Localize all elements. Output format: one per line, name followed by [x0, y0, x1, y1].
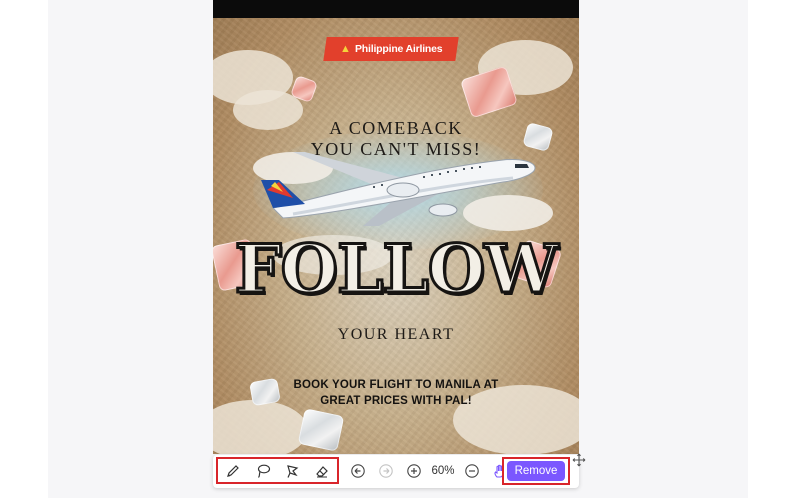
undo-button[interactable]: [347, 460, 369, 482]
move-icon[interactable]: [572, 453, 586, 467]
airline-logo-mark-icon: ▲: [339, 43, 351, 55]
top-black-band: [213, 0, 579, 18]
zoom-out-icon: [465, 464, 479, 478]
history-zoom-controls: 60%: [347, 459, 511, 483]
pen-tool-button[interactable]: [222, 460, 244, 482]
airline-logo: ▲ Philippine Airlines: [323, 37, 459, 61]
poster-cta-line-1: BOOK YOUR FLIGHT TO MANILA AT: [293, 379, 499, 391]
remove-button[interactable]: Remove: [507, 461, 565, 481]
remove-button-highlight: Remove: [502, 457, 570, 485]
lasso-tool-button[interactable]: [252, 460, 274, 482]
undo-icon: [351, 464, 365, 478]
zoom-out-button[interactable]: [461, 460, 483, 482]
poster-subtitle: YOUR HEART: [337, 326, 455, 343]
poster-cta: BOOK YOUR FLIGHT TO MANILA AT GREAT PRIC…: [213, 377, 579, 409]
redo-icon: [379, 464, 393, 478]
selection-tools-group: [216, 457, 339, 484]
editing-toolbar: 60% Remove: [213, 455, 579, 488]
zoom-in-icon: [407, 464, 421, 478]
zoom-in-button[interactable]: [403, 460, 425, 482]
zoom-level: 60%: [431, 465, 455, 477]
headline-line-1: A COMEBACK: [329, 118, 463, 138]
image-canvas[interactable]: ▲ Philippine Airlines A COMEBACK YOU CAN…: [213, 0, 579, 454]
lasso-icon: [257, 464, 270, 478]
polygon-lasso-icon: [287, 464, 299, 478]
airline-logo-text: Philippine Airlines: [354, 43, 443, 55]
pen-icon: [226, 464, 239, 477]
airplane-illustration: [261, 152, 536, 226]
eraser-icon: [316, 465, 328, 477]
redo-button[interactable]: [375, 460, 397, 482]
polygon-lasso-tool-button[interactable]: [281, 460, 303, 482]
poster-title: FOLLOW: [233, 229, 560, 310]
poster-cta-line-2: GREAT PRICES WITH PAL!: [320, 395, 472, 407]
eraser-tool-button[interactable]: [311, 460, 333, 482]
